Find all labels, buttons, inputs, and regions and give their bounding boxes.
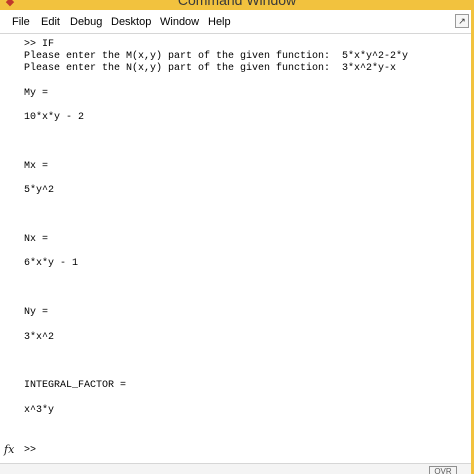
console-line: My = (24, 87, 49, 99)
window-title: Command Window (177, 0, 297, 8)
console-line: Nx = (24, 234, 49, 245)
menu-debug[interactable]: Debug (70, 16, 102, 28)
title-bar[interactable]: ◆ Command Window (0, 0, 474, 10)
console-line: 3*x^2 (24, 331, 55, 343)
console-line: Mx = (24, 160, 49, 172)
console-line: x^3*y (24, 404, 55, 416)
console-line: Please enter the M(x,y) part of the give… (24, 51, 409, 63)
menu-edit[interactable]: Edit (41, 16, 60, 28)
menu-desktop[interactable]: Desktop (111, 16, 151, 28)
fx-icon[interactable]: fx (4, 444, 14, 456)
console-line: Please enter the N(x,y) part of the give… (24, 63, 397, 75)
overwrite-indicator: OVR (429, 466, 457, 474)
menu-file[interactable]: File (12, 16, 30, 28)
console-line: Ny = (24, 307, 49, 319)
command-prompt[interactable]: >> (24, 445, 36, 457)
console-line: 5*y^2 (24, 185, 55, 197)
console-line: INTEGRAL_FACTOR = (24, 380, 127, 392)
menu-bar: File Edit Debug Desktop Window Help ↗ (0, 10, 474, 34)
menu-help[interactable]: Help (208, 16, 231, 28)
undock-arrow-icon[interactable]: ↗ (455, 14, 469, 28)
console-text: >> IF Please enter the M(x,y) part of the… (24, 39, 469, 417)
status-bar: OVR (0, 463, 474, 474)
console-output[interactable]: >> IF Please enter the M(x,y) part of the… (0, 34, 474, 460)
console-line: 10*x*y - 2 (24, 112, 85, 124)
command-window: ◆ Command Window File Edit Debug Desktop… (0, 0, 474, 474)
console-line: 6*x*y - 1 (24, 258, 79, 270)
menu-window[interactable]: Window (160, 16, 199, 28)
console-line: >> IF (24, 39, 55, 50)
